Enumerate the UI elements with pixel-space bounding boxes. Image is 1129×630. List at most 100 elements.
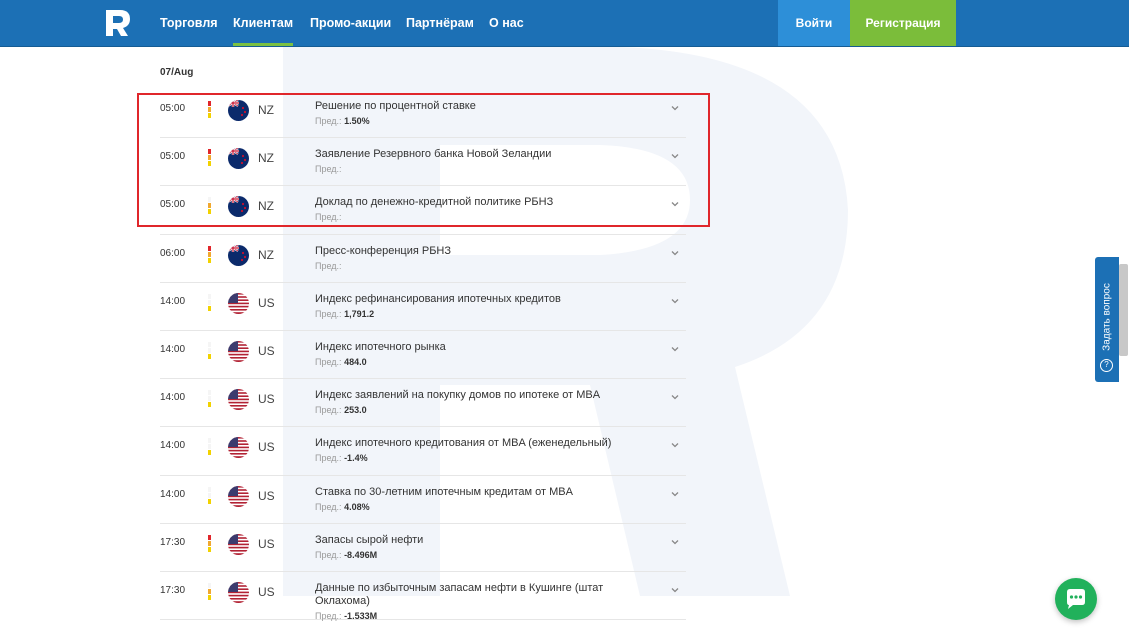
event-info: Индекс рефинансирования ипотечных кредит… — [315, 293, 645, 321]
event-time: 14:00 — [160, 440, 186, 452]
calendar-row[interactable]: 14:00 US Индекс заявлений на покупку домов… — [160, 379, 686, 428]
chevron-down-icon[interactable] — [670, 392, 680, 402]
chevron-down-icon[interactable] — [670, 537, 680, 547]
country-code: US — [258, 584, 275, 599]
event-previous: Пред.: 4.08% — [315, 501, 645, 514]
event-title: Данные по избыточным запасам нефти в Куш… — [315, 581, 604, 607]
previous-label: Пред.: — [315, 610, 342, 621]
event-previous: Пред.: -8.496M — [315, 549, 645, 562]
us-flag-icon — [228, 389, 249, 411]
ask-question-label: Задать вопрос — [1101, 283, 1113, 351]
impact-indicator-icon — [208, 390, 212, 408]
event-time: 14:00 — [160, 343, 186, 355]
impact-indicator-icon — [208, 245, 212, 264]
chat-bubble-icon — [1067, 589, 1085, 609]
event-previous: Пред.: -1.4% — [315, 452, 645, 465]
roboforex-logo[interactable] — [104, 8, 132, 38]
event-time: 14:00 — [160, 295, 186, 307]
nav-trading[interactable]: Торговля — [160, 0, 218, 46]
impact-indicator-icon — [208, 341, 212, 360]
country-code: US — [258, 343, 275, 358]
previous-label: Пред.: — [315, 260, 342, 271]
event-info: Индекс ипотечного рынка Пред.: 484.0 — [315, 341, 645, 369]
nz-flag-icon — [228, 244, 249, 266]
event-title: Ставка по 30-летним ипотечным кредитам о… — [315, 485, 573, 498]
event-time: 17:30 — [160, 536, 186, 548]
country-code: US — [258, 440, 275, 455]
calendar-row[interactable]: 17:30 US Данные по избыточным запасам нефт… — [160, 572, 686, 623]
previous-value: 4.08% — [344, 501, 370, 512]
chevron-down-icon[interactable] — [670, 296, 680, 306]
event-time: 17:30 — [160, 584, 186, 596]
ask-question-tab[interactable]: Задать вопрос ? — [1095, 257, 1119, 382]
register-button[interactable]: Регистрация — [850, 0, 956, 46]
chevron-down-icon[interactable] — [670, 585, 680, 595]
previous-value: 1,791.2 — [344, 308, 375, 319]
country-code: NZ — [258, 247, 274, 262]
us-flag-icon — [228, 533, 249, 555]
country-code: US — [258, 488, 275, 503]
us-flag-icon — [228, 437, 249, 459]
previous-value: 253.0 — [344, 405, 367, 416]
event-title: Запасы сырой нефти — [315, 533, 424, 546]
impact-indicator-icon — [208, 534, 212, 553]
nav-about[interactable]: О нас — [489, 0, 524, 46]
event-title: Индекс заявлений на покупку домов по ипо… — [315, 389, 601, 402]
question-circle-icon: ? — [1100, 359, 1113, 372]
impact-indicator-icon — [208, 582, 212, 601]
nav-partners[interactable]: Партнёрам — [406, 0, 474, 46]
us-flag-icon — [228, 485, 249, 507]
previous-label: Пред.: — [315, 453, 342, 464]
us-flag-icon — [228, 292, 249, 314]
event-title: Пресс-конференция РБНЗ — [315, 244, 452, 257]
previous-label: Пред.: — [315, 356, 342, 367]
impact-indicator-icon — [208, 486, 212, 505]
nav-clients[interactable]: Клиентам — [233, 0, 294, 46]
us-flag-icon — [228, 340, 249, 362]
calendar-row[interactable]: 14:00 US Индекс рефинансирования ипотечных… — [160, 283, 686, 331]
chevron-down-icon[interactable] — [670, 440, 680, 450]
event-title: Индекс ипотечного кредитования от MBA (е… — [315, 437, 612, 450]
event-time: 06:00 — [160, 247, 186, 259]
calendar-row[interactable]: 14:00 US Индекс ипотечного кредитования от… — [160, 427, 686, 476]
event-info: Запасы сырой нефти Пред.: -8.496M — [315, 534, 645, 562]
event-previous: Пред.: 253.0 — [315, 404, 645, 417]
event-time: 14:00 — [160, 392, 186, 404]
event-info: Индекс ипотечного кредитования от MBA (е… — [315, 437, 645, 465]
chevron-down-icon[interactable] — [670, 344, 680, 354]
us-flag-icon — [228, 581, 249, 603]
event-info: Пресс-конференция РБНЗ Пред.: — [315, 245, 645, 273]
event-info: Ставка по 30-летним ипотечным кредитам о… — [315, 486, 645, 514]
calendar-row[interactable]: 14:00 US Ставка по 30-летним ипотечным кре… — [160, 476, 686, 524]
top-header: Торговля Клиентам Промо-акции Партнёрам … — [0, 0, 1129, 47]
country-code: US — [258, 295, 275, 310]
login-button[interactable]: Войти — [778, 0, 850, 46]
chat-button[interactable] — [1055, 578, 1097, 620]
impact-indicator-icon — [208, 438, 212, 456]
previous-value: -8.496M — [344, 549, 378, 560]
country-code: US — [258, 536, 275, 551]
previous-label: Пред.: — [315, 308, 342, 319]
scrollbar-thumb[interactable] — [1119, 264, 1128, 356]
event-info: Данные по избыточным запасам нефти в Куш… — [315, 582, 645, 623]
event-previous: Пред.: — [315, 260, 645, 273]
event-title: Индекс рефинансирования ипотечных кредит… — [315, 292, 561, 305]
event-title: Индекс ипотечного рынка — [315, 340, 446, 353]
calendar-row[interactable]: 14:00 US Индекс ипотечного рынка Пред.: 484… — [160, 331, 686, 380]
country-code: US — [258, 392, 275, 407]
chevron-down-icon[interactable] — [670, 489, 680, 499]
previous-value: -1.533M — [344, 610, 378, 621]
event-previous: Пред.: -1.533M — [315, 610, 645, 623]
previous-value: -1.4% — [344, 453, 368, 464]
previous-label: Пред.: — [315, 549, 342, 560]
event-info: Индекс заявлений на покупку домов по ипо… — [315, 389, 645, 417]
previous-label: Пред.: — [315, 501, 342, 512]
event-time: 14:00 — [160, 488, 186, 500]
previous-value: 484.0 — [344, 356, 367, 367]
event-previous: Пред.: 1,791.2 — [315, 308, 645, 321]
event-previous: Пред.: 484.0 — [315, 356, 645, 369]
nav-promotions[interactable]: Промо-акции — [310, 0, 391, 46]
calendar-row[interactable]: 06:00 NZ Пресс-конференция РБНЗ Пред.: — [160, 235, 686, 283]
chevron-down-icon[interactable] — [670, 248, 680, 258]
calendar-row[interactable]: 17:30 US Запасы сырой нефти Пред.: -8.496M — [160, 524, 686, 572]
